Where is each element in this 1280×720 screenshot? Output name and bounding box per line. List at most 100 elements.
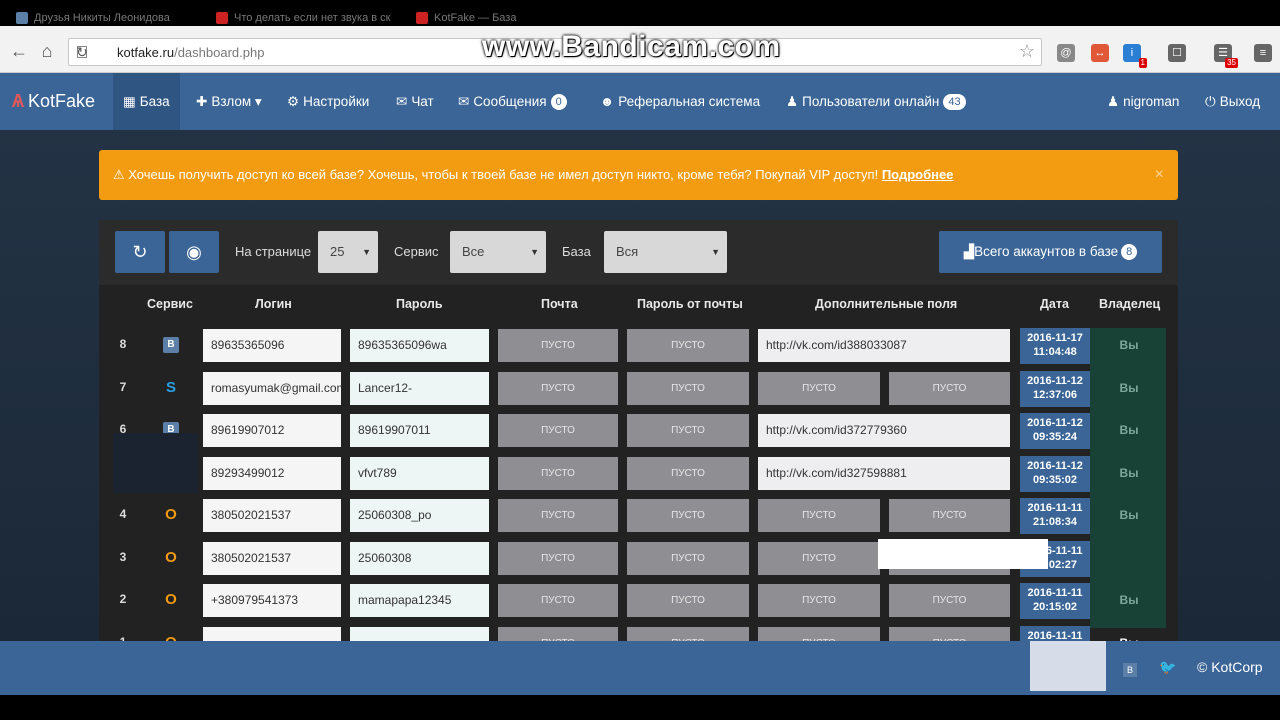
- mail-password-field[interactable]: ПУСТО: [627, 414, 749, 447]
- youtube-favicon-icon: [216, 12, 228, 24]
- menu-icon[interactable]: ≡: [1254, 44, 1272, 62]
- tab-title: Друзья Никиты Леонидова: [34, 12, 170, 24]
- skype-icon: S: [165, 378, 176, 396]
- extra-field[interactable]: http://vk.com/id327598881: [758, 456, 1010, 490]
- extra-field[interactable]: ПУСТО: [758, 371, 880, 405]
- glitch-artifact: [1090, 328, 1166, 628]
- browser-tab[interactable]: Друзья Никиты Леонидова: [0, 10, 200, 26]
- alert-more-link[interactable]: Подробнее: [882, 167, 954, 182]
- extra-field[interactable]: ПУСТО: [889, 499, 1010, 532]
- base-select[interactable]: Вся ▼: [604, 231, 727, 273]
- extra-field[interactable]: http://vk.com/id388033087: [758, 329, 1010, 362]
- nav-referral[interactable]: ☻ Реферальная система: [600, 73, 760, 130]
- login-field[interactable]: 89619907012: [203, 414, 341, 447]
- extension-list-icon[interactable]: ☰ 35: [1214, 44, 1238, 68]
- mail-password-field[interactable]: ПУСТО: [627, 456, 749, 490]
- letterbox-bar: [0, 695, 1280, 720]
- ok-icon: O: [165, 591, 177, 608]
- total-accounts-button[interactable]: ▟Всего аккаунтов в базе 8: [939, 231, 1162, 273]
- row-number: 2: [119, 592, 127, 606]
- browser-tab[interactable]: Что делать если нет звука в ск: [200, 10, 400, 26]
- nav-online-users[interactable]: ♟ Пользователи онлайн 43: [786, 73, 966, 130]
- nav-base[interactable]: ▦ База: [113, 73, 180, 130]
- service-select[interactable]: Все ▼: [450, 231, 546, 273]
- mail-field[interactable]: ПУСТО: [498, 584, 618, 617]
- twitter-icon[interactable]: 🐦: [1159, 659, 1176, 676]
- password-field[interactable]: 89619907011: [350, 414, 489, 447]
- glitch-artifact: [878, 539, 1048, 569]
- site-page: Ѧ KotFake ▦ База ✚ Взлом ▾ ⚙ Настройки ✉ Чат …: [0, 73, 1280, 695]
- back-arrow-icon[interactable]: ←: [8, 40, 30, 62]
- nav-chat[interactable]: ✉ Чат: [396, 73, 434, 130]
- toggle-view-button[interactable]: ◉: [169, 231, 219, 273]
- mail-password-field[interactable]: ПУСТО: [627, 584, 749, 617]
- password-field[interactable]: 25060308_po: [350, 499, 489, 532]
- mail-password-field[interactable]: ПУСТО: [627, 371, 749, 405]
- extra-field[interactable]: http://vk.com/id372779360: [758, 414, 1010, 447]
- mail-password-field[interactable]: ПУСТО: [627, 499, 749, 532]
- extra-field[interactable]: ПУСТО: [758, 541, 880, 575]
- table-row: 5В89293499012vfvt789ПУСТОПУСТОhttp://vk.…: [99, 453, 1178, 495]
- refresh-button[interactable]: ↻: [115, 231, 165, 273]
- extra-field[interactable]: ПУСТО: [889, 371, 1010, 405]
- col-extra-fields: Дополнительные поля: [815, 297, 958, 311]
- nav-hack[interactable]: ✚ Взлом ▾: [196, 73, 262, 130]
- time-value: 20:15:02: [1032, 601, 1078, 613]
- extra-field[interactable]: ПУСТО: [758, 499, 880, 532]
- nav-user-profile[interactable]: ♟ nigroman: [1107, 73, 1179, 130]
- mail-field[interactable]: ПУСТО: [498, 371, 618, 405]
- table-row: 4 O 380502021537 25060308_po ПУСТО ПУСТО ПУСТО…: [99, 495, 1178, 537]
- password-field[interactable]: 89635365096wa: [350, 329, 489, 362]
- home-icon[interactable]: ⌂: [36, 40, 58, 62]
- password-field[interactable]: mamapapa12345: [350, 584, 489, 617]
- nav-messages[interactable]: ✉ Сообщения 0: [458, 73, 567, 130]
- reload-icon[interactable]: ↻: [71, 41, 93, 63]
- date-badge: 2016-11-12 09:35:02: [1020, 455, 1090, 492]
- password-field[interactable]: Lancer12-: [350, 371, 489, 405]
- extra-field[interactable]: ПУСТО: [758, 584, 880, 617]
- login-field[interactable]: romasyumak@gmail.com: [203, 371, 341, 405]
- extension-info-icon[interactable]: i1: [1123, 44, 1147, 68]
- extension-at-icon[interactable]: @: [1057, 44, 1075, 62]
- extra-field[interactable]: ПУСТО: [889, 584, 1010, 617]
- mail-password-field[interactable]: ПУСТО: [627, 329, 749, 362]
- date-badge: 2016-11-17 11:04:48: [1020, 328, 1090, 364]
- caret-down-icon: ▼: [711, 247, 720, 257]
- mail-password-field[interactable]: ПУСТО: [627, 541, 749, 575]
- vk-icon: В: [163, 337, 179, 353]
- mail-field[interactable]: ПУСТО: [498, 541, 618, 575]
- login-field[interactable]: 89635365096: [203, 329, 341, 362]
- kotfake-favicon-icon: [416, 12, 428, 24]
- nav-logout[interactable]: ⏻ Выход: [1205, 73, 1260, 130]
- table-row: 6 В 89619907012 89619907011 ПУСТО ПУСТО http:/…: [99, 410, 1178, 452]
- site-navbar: Ѧ KotFake ▦ База ✚ Взлом ▾ ⚙ Настройки ✉ Чат …: [0, 73, 1280, 130]
- password-field[interactable]: vfvt789: [350, 456, 489, 490]
- login-field[interactable]: 380502021537: [203, 541, 341, 575]
- login-field[interactable]: +380979541373: [203, 584, 341, 617]
- bookmark-star-icon[interactable]: ☆: [1019, 41, 1035, 62]
- login-field[interactable]: 89293499012: [203, 456, 341, 490]
- mail-field[interactable]: ПУСТО: [498, 414, 618, 447]
- close-icon[interactable]: ×: [1155, 150, 1164, 200]
- mail-field[interactable]: ПУСТО: [498, 499, 618, 532]
- alert-text: Хочешь получить доступ ко всей базе? Хоч…: [128, 167, 882, 182]
- mail-field[interactable]: ПУСТО: [498, 329, 618, 362]
- extension-chat-icon[interactable]: ☐: [1168, 44, 1186, 62]
- login-field[interactable]: 380502021537: [203, 499, 341, 532]
- warning-icon: ⚠: [113, 167, 125, 182]
- bandicam-watermark: www.Bandicam.com: [482, 30, 781, 63]
- vk-icon[interactable]: В: [1123, 663, 1137, 677]
- per-page-select[interactable]: 25 ▼: [318, 231, 378, 273]
- nav-settings[interactable]: ⚙ Настройки: [287, 73, 369, 130]
- col-date: Дата: [1040, 297, 1069, 311]
- password-field[interactable]: 25060308: [350, 541, 489, 575]
- extension-arrows-icon[interactable]: ↔: [1091, 44, 1109, 62]
- date-value: 2016-11-17: [1027, 332, 1083, 344]
- time-value: 11:04:48: [1033, 346, 1077, 358]
- mail-field[interactable]: ПУСТО: [498, 456, 618, 490]
- col-password: Пароль: [396, 297, 443, 311]
- screen: Друзья Никиты Леонидова Что делать если …: [0, 0, 1280, 720]
- brand-logo[interactable]: Ѧ KotFake: [12, 91, 95, 112]
- date-value: 2016-11-11: [1027, 502, 1083, 514]
- browser-tab-active[interactable]: KotFake — База: [400, 10, 540, 26]
